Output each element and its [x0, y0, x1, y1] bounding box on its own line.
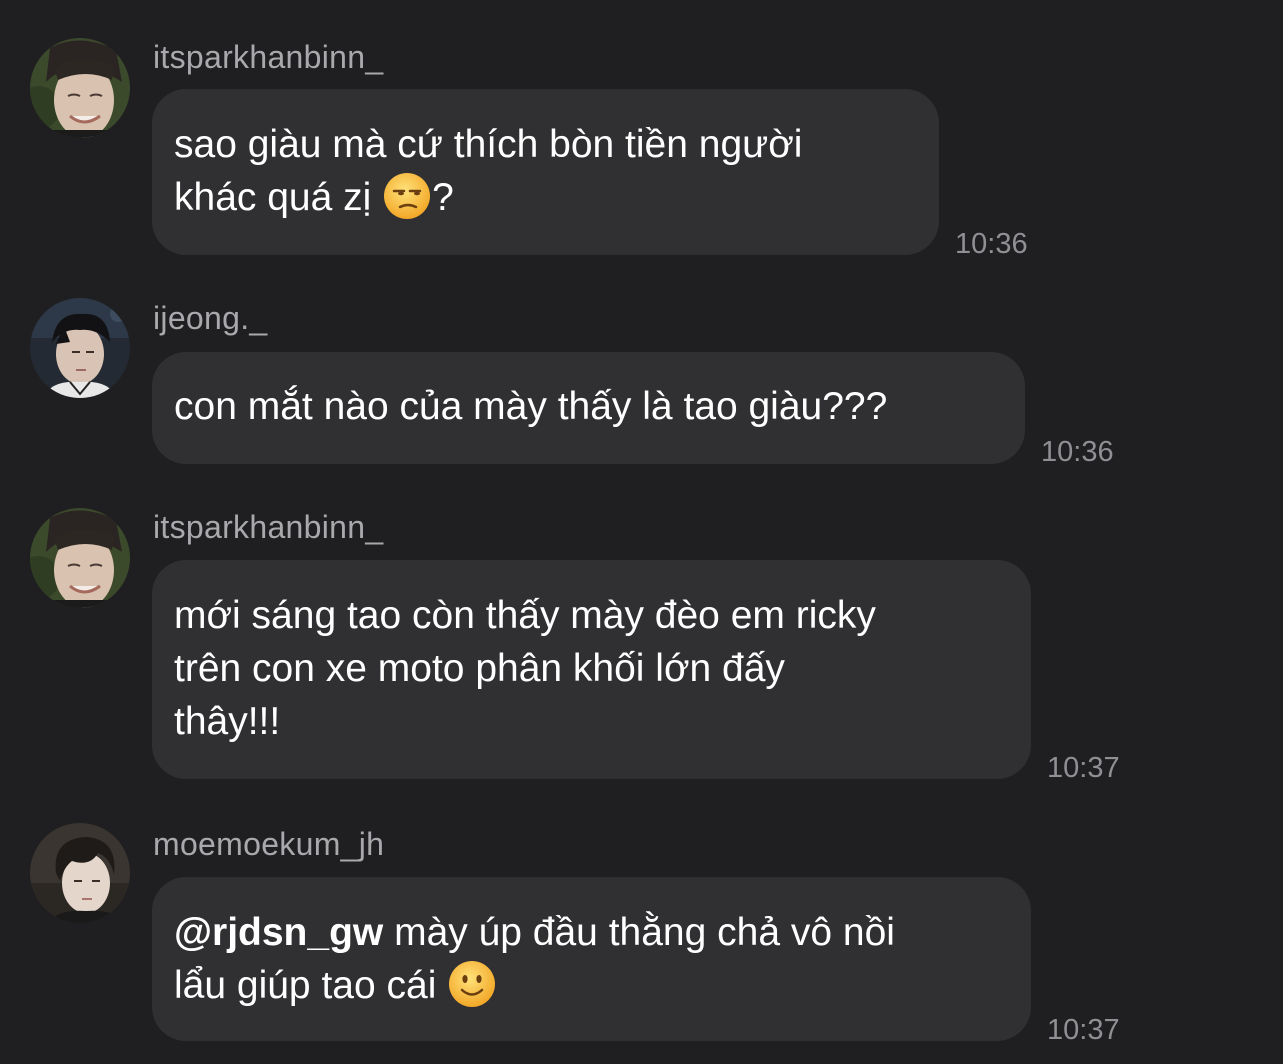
avatar[interactable] [30, 298, 130, 398]
message-text-line: sao giàu mà cứ thích bòn tiền người [174, 123, 803, 166]
sender-username[interactable]: ijeong._ [153, 300, 268, 337]
message-text: con mắt nào của mày thấy là tao giàu??? [174, 380, 1001, 433]
message-text-line: mới sáng tao còn thấy mày đèo em ricky [174, 594, 876, 637]
message-timestamp: 10:36 [1041, 436, 1114, 468]
avatar[interactable] [30, 508, 130, 608]
unamused-face-emoji-icon [382, 171, 432, 221]
message-text-segment: ? [432, 176, 454, 219]
message-text-segment: mày úp đầu thằng chả vô nồi [394, 911, 895, 954]
message-bubble[interactable]: @rjdsn_gw mày úp đầu thằng chả vô nồi lẩ… [152, 877, 1031, 1041]
message-bubble[interactable]: sao giàu mà cứ thích bòn tiền người khác… [152, 89, 939, 255]
message-text-line: lẩu giúp tao cái [174, 959, 1007, 1012]
sender-username[interactable]: itsparkhanbinn_ [153, 509, 383, 546]
slightly-smiling-face-emoji-icon [447, 959, 497, 1009]
sender-username[interactable]: moemoekum_jh [153, 826, 384, 863]
profile-photo-icon [30, 508, 130, 608]
message-text-line: trên con xe moto phân khối lớn đấy [174, 647, 785, 690]
message-text: mới sáng tao còn thấy mày đèo em ricky t… [174, 589, 1007, 748]
message-text-segment: lẩu giúp tao cái [174, 964, 437, 1007]
avatar[interactable] [30, 38, 130, 138]
message-text-line: khác quá zị ? [174, 171, 915, 224]
message-text: @rjdsn_gw mày úp đầu thằng chả vô nồi lẩ… [174, 906, 1007, 1012]
profile-photo-icon [30, 823, 130, 923]
message-bubble[interactable]: con mắt nào của mày thấy là tao giàu??? [152, 352, 1025, 464]
message-timestamp: 10:36 [955, 228, 1028, 260]
message-text-line: con mắt nào của mày thấy là tao giàu??? [174, 385, 888, 428]
message-timestamp: 10:37 [1047, 1014, 1120, 1046]
message-text-line: thây!!! [174, 700, 281, 743]
mention-link[interactable]: @rjdsn_gw [174, 911, 383, 954]
message-text-line: @rjdsn_gw mày úp đầu thằng chả vô nồi [174, 906, 1007, 959]
avatar[interactable] [30, 823, 130, 923]
message-text: sao giàu mà cứ thích bòn tiền người khác… [174, 118, 915, 224]
message-timestamp: 10:37 [1047, 752, 1120, 784]
sender-username[interactable]: itsparkhanbinn_ [153, 39, 383, 76]
profile-photo-icon [30, 38, 130, 138]
profile-photo-icon [30, 298, 130, 398]
message-bubble[interactable]: mới sáng tao còn thấy mày đèo em ricky t… [152, 560, 1031, 779]
message-text-segment: khác quá zị [174, 176, 372, 219]
